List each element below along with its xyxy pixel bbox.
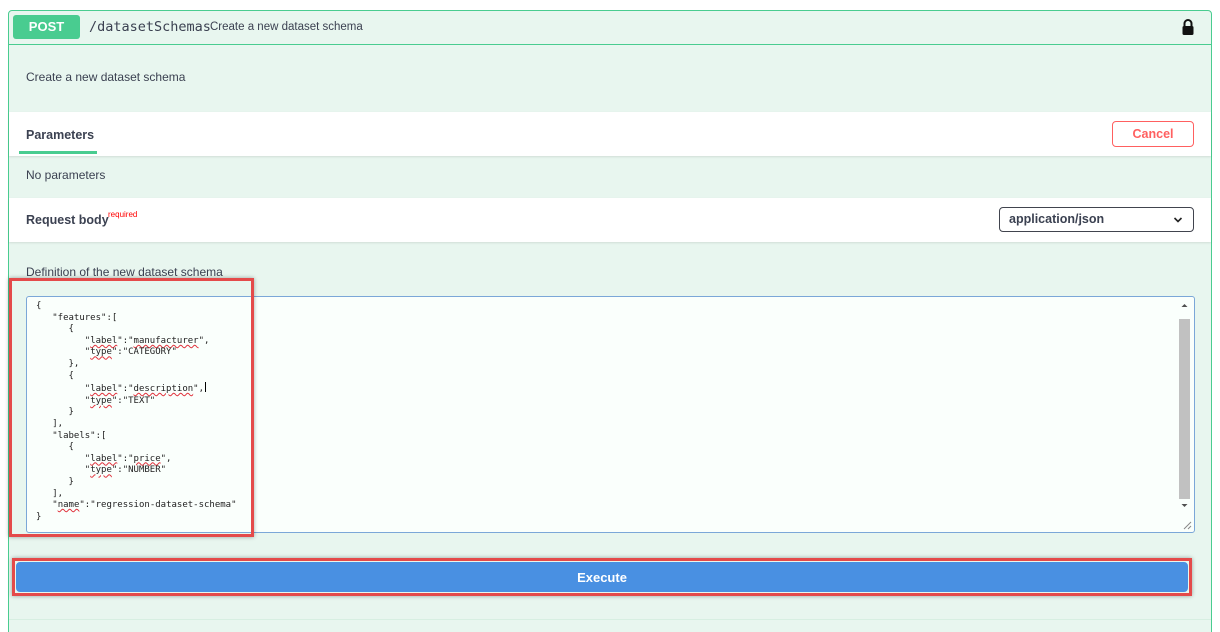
request-body-header: Request body required application/json [9,198,1211,242]
operation-summary-text: Create a new dataset schema [210,21,363,33]
execute-highlight-box [12,558,1192,596]
active-tab-indicator [19,151,97,154]
tab-parameters[interactable]: Parameters [26,128,94,142]
required-marker: required [108,210,138,219]
lock-icon[interactable] [1181,18,1195,36]
cancel-button[interactable]: Cancel [1112,121,1194,147]
operation-path: /datasetSchemas [89,19,211,35]
code-highlight-box [9,278,254,537]
chevron-down-icon [1173,217,1183,223]
content-type-select[interactable]: application/json [999,207,1194,232]
editor-scrollbar[interactable] [1178,299,1191,512]
parameters-header: Parameters Cancel [9,112,1211,156]
scroll-up-icon[interactable] [1178,299,1191,312]
divider [9,619,1211,620]
operation-summary[interactable]: POST /datasetSchemas Create a new datase… [9,11,1211,45]
content-type-value: application/json [1009,212,1105,226]
resize-handle-icon[interactable] [1182,520,1192,530]
body-description: Definition of the new dataset schema [26,265,223,279]
scroll-down-icon[interactable] [1178,499,1191,512]
request-body-label: Request body [26,213,109,227]
scrollbar-thumb[interactable] [1179,319,1190,499]
operation-description: Create a new dataset schema [26,70,186,84]
method-badge: POST [13,15,80,39]
no-parameters-text: No parameters [26,168,106,182]
